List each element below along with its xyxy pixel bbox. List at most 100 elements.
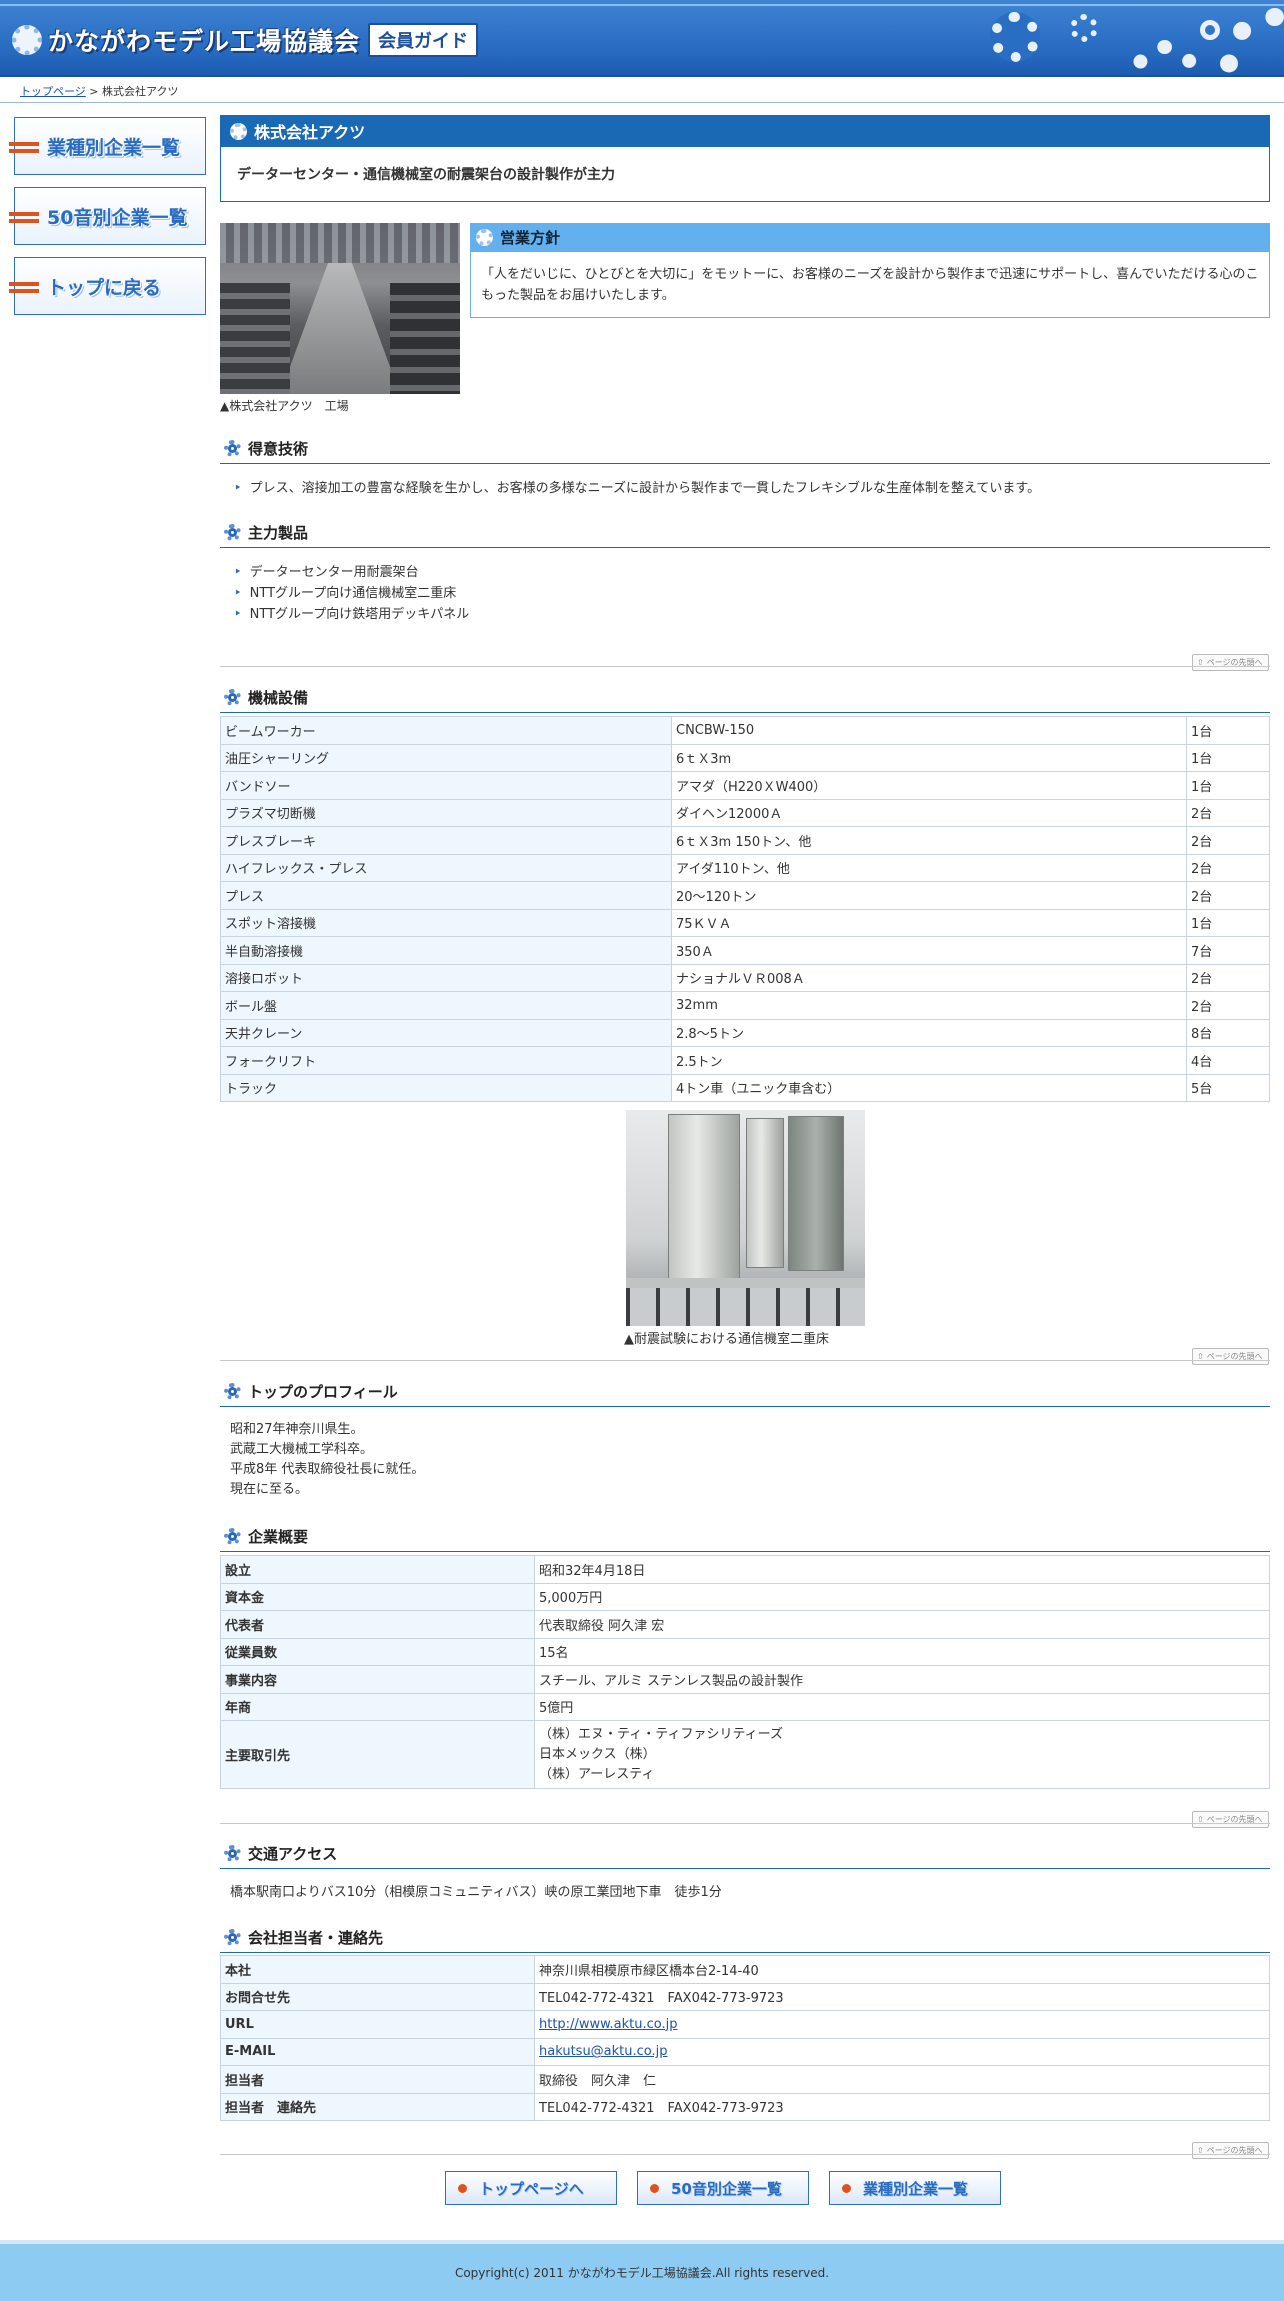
company-title-bar: 株式会社アクツ xyxy=(220,115,1270,147)
equipment-count: 5台 xyxy=(1186,1073,1270,1102)
sidebar-item-industry-list[interactable]: 業種別企業一覧 xyxy=(9,117,206,175)
decorative-gear-icon xyxy=(1070,14,1098,42)
overview-value: 15名 xyxy=(534,1637,1270,1666)
raised-floor-photo xyxy=(626,1110,865,1326)
table-row: ハイフレックス・プレス アイダ110トン、他 2台 xyxy=(220,853,1270,882)
overview-heading: 企業概要 xyxy=(220,1522,1270,1552)
equipment-spec: 350Ａ xyxy=(671,936,1187,965)
member-guide-badge: 会員ガイド xyxy=(368,23,479,57)
equipment-count: 1台 xyxy=(1186,908,1270,937)
bottom-nav-kana-list-button[interactable]: 50音別企業一覧 xyxy=(637,2171,809,2205)
section-heading-text: トップのプロフィール xyxy=(248,1383,398,1401)
bottom-nav-industry-list-button[interactable]: 業種別企業一覧 xyxy=(829,2171,1001,2205)
table-row: 半自動溶接機 350Ａ 7台 xyxy=(220,936,1270,965)
sidebar-item-label: 50音別企業一覧 xyxy=(47,206,188,229)
contact-value: 神奈川県相模原市緑区橋本台2-14-40 xyxy=(534,1955,1270,1984)
breadcrumb-current: 株式会社アクツ xyxy=(102,85,179,98)
table-row: トラック 4トン車（ユニック車含む） 5台 xyxy=(220,1073,1270,1102)
profile-line: 昭和27年神奈川県生。 xyxy=(230,1422,364,1437)
contact-key: URL xyxy=(220,2010,535,2039)
equipment-name: 天井クレーン xyxy=(220,1018,672,1047)
overview-value: （株）エヌ・ティ・ティファシリティーズ 日本メックス（株） （株）アーレスティ xyxy=(534,1720,1270,1789)
section-heading-text: 企業概要 xyxy=(248,1528,309,1546)
profile-heading: トップのプロフィール xyxy=(220,1377,1270,1407)
contact-key: 担当者 xyxy=(220,2065,535,2094)
equipment-name: 溶接ロボット xyxy=(220,963,672,992)
list-item: NTTグループ向け鉄塔用デッキパネル xyxy=(234,604,470,625)
gear-icon xyxy=(224,1383,241,1400)
table-row: 担当者 取締役 阿久津 仁 xyxy=(220,2065,1270,2094)
bottom-nav-label: トップページへ xyxy=(479,2179,584,2198)
overview-value: 代表取締役 阿久津 宏 xyxy=(534,1610,1270,1639)
decorative-gear-icon xyxy=(1220,8,1284,75)
table-row: プラズマ切断機 ダイヘン12000Ａ 2台 xyxy=(220,798,1270,827)
contact-key: 本社 xyxy=(220,1955,535,1984)
equipment-spec: 2.5トン xyxy=(671,1046,1187,1075)
page-top-link[interactable]: ⇧ ページの先頭へ xyxy=(1192,1348,1269,1365)
bullet-icon xyxy=(458,2183,467,2193)
gear-icon xyxy=(476,229,493,246)
table-row: プレス 20〜120トン 2台 xyxy=(220,881,1270,910)
page-top-link[interactable]: ⇧ ページの先頭へ xyxy=(1192,654,1269,671)
policy-heading: 営業方針 xyxy=(470,223,1270,252)
overview-key: 代表者 xyxy=(220,1610,535,1639)
sidebar-item-back-to-top[interactable]: トップに戻る xyxy=(9,257,206,315)
profile-line: 現在に至る。 xyxy=(230,1482,309,1497)
gear-icon xyxy=(230,122,247,140)
orange-bars-icon xyxy=(9,142,39,154)
overview-key: 主要取引先 xyxy=(220,1720,535,1789)
equipment-count: 4台 xyxy=(1186,1046,1270,1075)
list-item: プレス、溶接加工の豊富な経験を生かし、お客様の多様なニーズに設計から製作まで一貫… xyxy=(234,478,1040,499)
client-name: （株）アーレスティ xyxy=(539,1766,655,1782)
gear-icon xyxy=(224,1845,241,1862)
access-heading: 交通アクセス xyxy=(220,1839,1270,1869)
policy-heading-text: 営業方針 xyxy=(500,229,561,247)
factory-photo-caption: ▲株式会社アクツ 工場 xyxy=(220,399,349,413)
products-heading: 主力製品 xyxy=(220,518,1270,548)
section-heading-text: 会社担当者・連絡先 xyxy=(248,1929,384,1947)
overview-value: 昭和32年4月18日 xyxy=(534,1555,1270,1584)
raised-floor-photo-caption: ▲耐震試験における通信機室二重床 xyxy=(624,1332,829,1347)
equipment-spec: アマダ（H220ＸW400） xyxy=(671,771,1187,800)
profile-line: 武蔵工大機械工学科卒。 xyxy=(230,1442,374,1457)
table-row: 設立 昭和32年4月18日 xyxy=(220,1555,1270,1584)
contact-key: 担当者 連絡先 xyxy=(220,2092,535,2121)
equipment-name: ハイフレックス・プレス xyxy=(220,853,672,882)
equipment-name: トラック xyxy=(220,1073,672,1102)
bullet-icon xyxy=(842,2183,851,2193)
equipment-name: 油圧シャーリング xyxy=(220,743,672,772)
contact-value: 取締役 阿久津 仁 xyxy=(534,2065,1270,2094)
page-top-link[interactable]: ⇧ ページの先頭へ xyxy=(1192,2142,1269,2159)
site-logo[interactable]: かながわモデル工場協議会 会員ガイド xyxy=(12,20,479,60)
equipment-spec: 32mm xyxy=(671,991,1187,1020)
bottom-nav-top-page-button[interactable]: トップページへ xyxy=(445,2171,617,2205)
client-name: （株）エヌ・ティ・ティファシリティーズ xyxy=(539,1726,784,1742)
divider xyxy=(220,2154,1270,2155)
breadcrumb-home-link[interactable]: トップページ xyxy=(20,85,86,98)
equipment-spec: ナショナルＶＲ008Ａ xyxy=(671,963,1187,992)
copyright-text: Copyright(c) 2011 かながわモデル工場協議会.All right… xyxy=(454,2266,830,2280)
contact-value: http://www.aktu.co.jp xyxy=(534,2010,1270,2039)
equipment-count: 1台 xyxy=(1186,743,1270,772)
equipment-name: 半自動溶接機 xyxy=(220,936,672,965)
equipment-name: バンドソー xyxy=(220,771,672,800)
table-row: 天井クレーン 2.8〜5トン 8台 xyxy=(220,1018,1270,1047)
page-top-link[interactable]: ⇧ ページの先頭へ xyxy=(1192,1811,1269,1828)
equipment-count: 8台 xyxy=(1186,1018,1270,1047)
company-url-link[interactable]: http://www.aktu.co.jp xyxy=(539,2017,678,2032)
sidebar-item-kana-list[interactable]: 50音別企業一覧 xyxy=(9,187,206,245)
table-row: 溶接ロボット ナショナルＶＲ008Ａ 2台 xyxy=(220,963,1270,992)
access-text: 橋本駅南口よりバス10分（相模原コミュニティバス）峡の原工業団地下車 徒歩1分 xyxy=(230,1885,722,1900)
sidebar-item-label: 業種別企業一覧 xyxy=(47,136,181,159)
table-row: 事業内容 スチール、アルミ ステンレス製品の設計製作 xyxy=(220,1665,1270,1694)
company-email-link[interactable]: hakutsu@aktu.co.jp xyxy=(539,2044,668,2059)
overview-key: 年商 xyxy=(220,1692,535,1721)
equipment-table: ビームワーカー CNCBW-150 1台 油圧シャーリング 6ｔＸ3m 1台 バンドソー アマ… xyxy=(220,716,1270,1102)
gear-icon xyxy=(224,440,241,457)
divider xyxy=(220,666,1270,667)
gear-icon xyxy=(224,1528,241,1545)
skills-list: プレス、溶接加工の豊富な経験を生かし、お客様の多様なニーズに設計から製作まで一貫… xyxy=(234,478,1040,499)
section-heading-text: 交通アクセス xyxy=(248,1845,338,1863)
equipment-count: 7台 xyxy=(1186,936,1270,965)
overview-key: 従業員数 xyxy=(220,1637,535,1666)
